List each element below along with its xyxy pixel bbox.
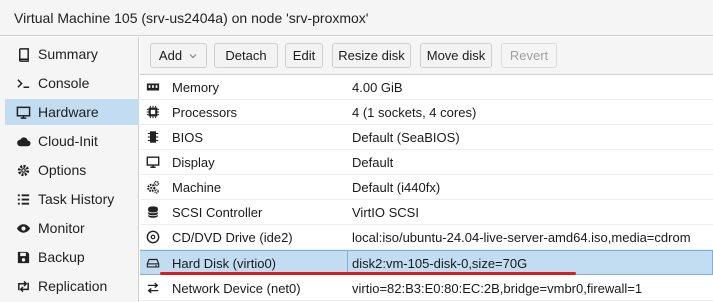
row-value: virtio=82:B3:E0:80:EC:2B,bridge=vmbr0,fi… — [352, 281, 643, 296]
hardware-row-processors[interactable]: Processors 4 (1 sockets, 4 cores) — [140, 100, 713, 125]
sidebar-item-label: Options — [38, 162, 87, 178]
row-key: CD/DVD Drive (ide2) — [172, 230, 293, 245]
revert-button[interactable]: Revert — [501, 43, 557, 68]
eye-icon — [15, 220, 31, 236]
sidebar-item-label: Console — [38, 75, 90, 91]
chevron-down-icon — [188, 51, 198, 61]
row-key: Machine — [172, 180, 222, 195]
row-key: Hard Disk (virtio0) — [172, 256, 277, 271]
chip-icon — [145, 129, 161, 145]
exchange-icon — [145, 280, 161, 296]
terminal-icon — [15, 75, 31, 91]
sidebar-item-label: Hardware — [38, 104, 99, 120]
sidebar-item-summary[interactable]: Summary — [5, 41, 139, 67]
sidebar-item-replication[interactable]: Replication — [5, 273, 139, 299]
sidebar-item-label: Replication — [38, 278, 108, 294]
row-value: 4 (1 sockets, 4 cores) — [352, 105, 477, 120]
cpu-icon — [145, 104, 161, 120]
row-value: Default — [352, 155, 394, 170]
row-value: local:iso/ubuntu-24.04-live-server-amd64… — [352, 230, 691, 245]
row-key: Processors — [172, 105, 238, 120]
row-key: Display — [172, 155, 215, 170]
sidebar-item-task-history[interactable]: Task History — [5, 186, 139, 212]
hardware-row-display[interactable]: Display Default — [140, 150, 713, 175]
sidebar-item-label: Cloud-Init — [38, 133, 98, 149]
row-key: SCSI Controller — [172, 205, 263, 220]
row-key: Memory — [172, 80, 219, 95]
book-icon — [15, 46, 31, 62]
add-button-label: Add — [158, 48, 183, 63]
sidebar-item-backup[interactable]: Backup — [5, 244, 139, 270]
hardware-row-scsi-controller[interactable]: SCSI Controller VirtIO SCSI — [140, 200, 713, 225]
hardware-row-network-device[interactable]: Network Device (net0) virtio=82:B3:E0:80… — [140, 276, 713, 301]
row-key: BIOS — [172, 130, 204, 145]
retweet-icon — [15, 278, 31, 294]
cloud-icon — [15, 133, 31, 149]
desktop-icon — [145, 154, 161, 170]
hardware-grid: Memory 4.00 GiB Processors 4 (1 sockets,… — [140, 75, 713, 302]
row-value: VirtIO SCSI — [352, 205, 419, 220]
row-key: Network Device (net0) — [172, 281, 301, 296]
sidebar-item-label: Backup — [38, 249, 85, 265]
row-value: 4.00 GiB — [352, 80, 403, 95]
hardware-row-cdrom[interactable]: CD/DVD Drive (ide2) local:iso/ubuntu-24.… — [140, 225, 713, 250]
sidebar-item-label: Task History — [38, 191, 115, 207]
edit-button[interactable]: Edit — [285, 43, 323, 68]
row-value: disk2:vm-105-disk-0,size=70G — [352, 256, 528, 271]
sidebar-item-cloud-init[interactable]: Cloud-Init — [5, 128, 139, 154]
gear-icon — [15, 162, 31, 178]
hardware-toolbar: Add Detach Edit Resize disk Move disk Re… — [140, 37, 713, 75]
window-title: Virtual Machine 105 (srv-us2404a) on nod… — [14, 10, 369, 26]
annotation-underline — [160, 272, 576, 275]
sidebar-item-options[interactable]: Options — [5, 157, 139, 183]
sidebar-item-console[interactable]: Console — [5, 70, 139, 96]
sidebar-item-label: Summary — [38, 46, 98, 62]
move-disk-button[interactable]: Move disk — [420, 43, 492, 68]
hdd-icon — [145, 255, 161, 271]
hardware-row-bios[interactable]: BIOS Default (SeaBIOS) — [140, 125, 713, 150]
sidebar: Summary Console Hardware Cloud-Init Opti… — [0, 37, 139, 302]
hardware-row-memory[interactable]: Memory 4.00 GiB — [140, 75, 713, 100]
detach-button[interactable]: Detach — [214, 43, 278, 68]
hardware-row-machine[interactable]: Machine Default (i440fx) — [140, 175, 713, 200]
resize-disk-button[interactable]: Resize disk — [332, 43, 411, 68]
window-title-bar: Virtual Machine 105 (srv-us2404a) on nod… — [0, 0, 713, 36]
row-value: Default (SeaBIOS) — [352, 130, 460, 145]
monitor-icon — [15, 104, 31, 120]
database-icon — [145, 204, 161, 220]
sidebar-item-label: Monitor — [38, 220, 85, 236]
list-icon — [15, 191, 31, 207]
sidebar-item-hardware[interactable]: Hardware — [5, 99, 139, 125]
cogs-icon — [145, 179, 161, 195]
add-button[interactable]: Add — [150, 43, 207, 68]
sidebar-item-monitor[interactable]: Monitor — [5, 215, 139, 241]
cdrom-icon — [145, 229, 161, 245]
memory-icon — [145, 79, 161, 95]
row-value: Default (i440fx) — [352, 180, 441, 195]
floppy-icon — [15, 249, 31, 265]
